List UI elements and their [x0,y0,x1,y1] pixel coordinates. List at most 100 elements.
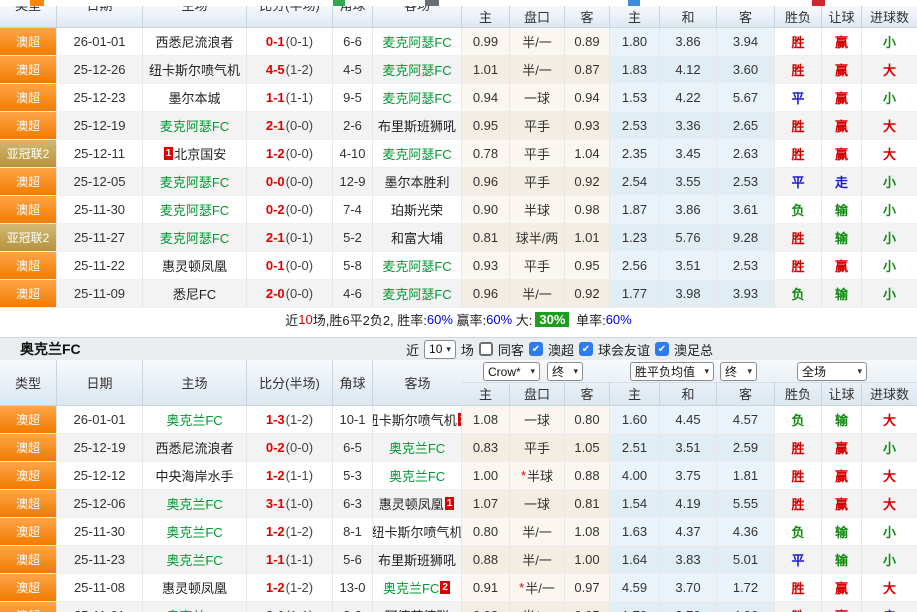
euro-draw-odds: 3.51 [660,252,717,280]
team-name[interactable]: 布里斯班狮吼 [378,550,456,569]
team-name[interactable]: 奥克兰FC [389,438,445,457]
match-row: 澳超25-11-08惠灵顿凤凰1-2(1-2)13-0奥克兰FC20.91*半/… [0,574,917,602]
bookmaker-select[interactable]: Crow*▾ [483,362,540,381]
asia-away-odds: 0.80 [565,406,610,434]
result-outcome: 胜 [775,434,822,462]
filter-checkbox[interactable] [479,342,493,356]
team-name[interactable]: 麦克阿瑟FC [382,60,451,79]
team-name[interactable]: 奥克兰FC [389,466,445,485]
asia-home-odds: 0.78 [462,140,510,168]
matches-count-select[interactable]: 10▾ [424,340,456,359]
stage-select-2[interactable]: 终▾ [720,362,757,381]
col-header-label: 类型 [15,373,41,392]
filter-checkbox[interactable]: ✔ [529,342,543,356]
euro-home-odds: 2.56 [610,252,660,280]
asia-handicap-line: 平手 [510,112,565,140]
team-name[interactable]: 纽卡斯尔喷气机 [149,60,240,79]
result-goals: 小 [862,252,917,280]
away-team: 珀斯光荣 [373,196,462,224]
home-team: 奥克兰FC [143,406,247,434]
asia-home-odds: 0.95 [462,112,510,140]
scope-select[interactable]: 全场▾ [797,362,867,381]
team-name[interactable]: 珀斯光荣 [391,200,443,219]
match-date: 25-12-11 [57,140,143,168]
asia-home-odds: 0.94 [462,84,510,112]
result-handicap: 走 [822,168,862,196]
team-name[interactable]: 西悉尼流浪者 [155,438,233,457]
euro-away-odds: 5.67 [717,84,775,112]
col-header-label: 比分(半场) [259,6,320,17]
result-handicap: 赢 [822,574,862,602]
summary-segment: 赢率: [453,310,486,329]
filter-checkbox[interactable]: ✔ [655,342,669,356]
col-header: 和 [660,6,717,27]
team-name[interactable]: 和富大埔 [391,228,443,247]
corner-score: 9-5 [333,84,373,112]
team-name[interactable]: 麦克阿瑟FC [382,32,451,51]
team-name[interactable]: 奥克兰FC [166,522,222,541]
team-name[interactable]: 麦克阿瑟FC [160,172,229,191]
team-name[interactable]: 奥克兰FC [166,550,222,569]
team-name[interactable]: 奥克兰FC [166,494,222,513]
team-name[interactable]: 麦克阿瑟FC [160,200,229,219]
result-outcome: 胜 [775,602,822,612]
asia-home-odds: 0.93 [462,252,510,280]
team-name[interactable]: 麦克阿瑟FC [382,284,451,303]
team-name[interactable]: 惠灵顿凤凰 [162,256,227,275]
asia-home-odds: 0.88 [462,546,510,574]
league-badge: 澳超 [0,434,57,462]
result-goals: 走 [862,602,917,612]
league-badge: 亚冠联2 [0,224,57,252]
team-name[interactable]: 麦克阿瑟FC [382,256,451,275]
result-outcome: 平 [775,168,822,196]
match-score: 1-2(1-1) [247,462,333,490]
result-goals: 小 [862,224,917,252]
asia-away-odds: 0.97 [565,574,610,602]
col-header-label: 和 [681,384,694,403]
col-header: 客 [565,382,610,405]
stage-select[interactable]: 终▾ [547,362,583,381]
team-name[interactable]: 墨尔本胜利 [384,172,449,191]
team-name[interactable]: 纽卡斯尔喷气机 [373,410,457,429]
team-name[interactable]: 纽卡斯尔喷气机 [373,522,462,541]
team-name[interactable]: 奥克兰FC [166,410,222,429]
team-name[interactable]: 麦克阿瑟FC [160,116,229,135]
home-team: 中央海岸水手 [143,462,247,490]
euro-away-odds: 1.72 [717,574,775,602]
league-badge: 澳超 [0,602,57,612]
team-name[interactable]: 麦克阿瑟FC [382,144,451,163]
asia-away-odds: 0.92 [565,280,610,308]
team-name[interactable]: 奥克兰FC [383,578,439,597]
col-header: 主 [462,382,510,405]
team-name[interactable]: 惠灵顿凤凰 [379,494,444,513]
team-name[interactable]: 阿德莱德联 [384,606,449,612]
team-name[interactable]: 布里斯班狮吼 [378,116,456,135]
summary-segment: 单率: [572,310,605,329]
league-badge: 澳超 [0,168,57,196]
team-name[interactable]: 悉尼FC [173,284,216,303]
team-name[interactable]: 麦克阿瑟FC [382,88,451,107]
corner-score: 5-6 [333,546,373,574]
match-date: 25-12-12 [57,462,143,490]
team-name[interactable]: 奥克兰FC [166,606,222,612]
team-name[interactable]: 西悉尼流浪者 [155,32,233,51]
team-name[interactable]: 墨尔本城 [168,88,220,107]
home-team: 麦克阿瑟FC [143,224,247,252]
team-name[interactable]: 惠灵顿凤凰 [162,578,227,597]
team-name[interactable]: 中央海岸水手 [155,466,233,485]
asia-home-odds: 0.96 [462,280,510,308]
result-goals: 大 [862,112,917,140]
col-header: 主场 [143,6,247,27]
col-header-label: 盘口 [524,384,550,403]
col-header-label: 客场 [404,373,430,392]
match-date: 25-11-30 [57,518,143,546]
chevron-down-icon: ▾ [530,366,535,377]
euro-draw-odds: 3.86 [660,196,717,224]
match-date: 25-12-19 [57,434,143,462]
odds-type-select[interactable]: 胜平负均值▾ [630,362,714,381]
team-name[interactable]: 麦克阿瑟FC [160,228,229,247]
asia-handicap-line: 半/一 [510,28,565,56]
filter-checkbox[interactable]: ✔ [579,342,593,356]
team-name[interactable]: 北京国安 [174,144,226,163]
corner-score: 5-8 [333,252,373,280]
